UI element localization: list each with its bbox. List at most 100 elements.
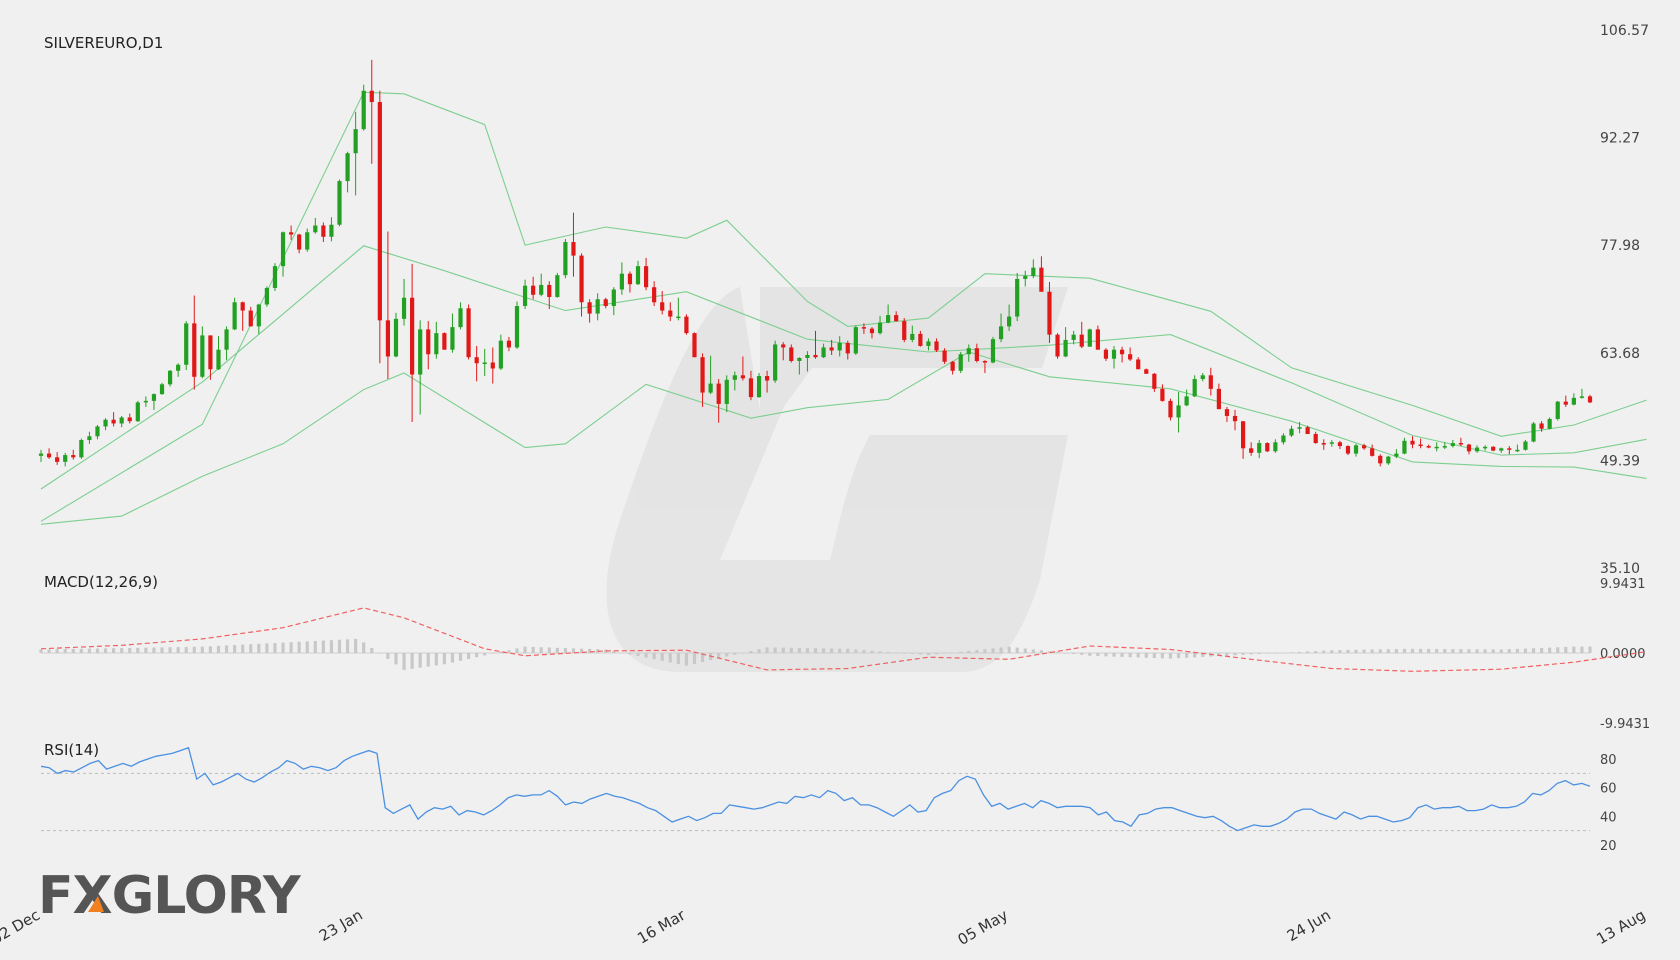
macd-histogram-bar <box>394 653 398 665</box>
macd-histogram-bar <box>918 653 922 655</box>
candle <box>1039 256 1044 292</box>
candle-body <box>434 333 439 355</box>
rsi-y-tick: 40 <box>1600 810 1617 825</box>
macd-histogram-bar <box>55 649 59 653</box>
candle <box>297 233 302 254</box>
macd-histogram-bar <box>878 651 882 653</box>
candle-body <box>797 357 802 361</box>
candle-body <box>522 285 528 307</box>
candle-body <box>167 370 173 385</box>
candle <box>1240 421 1246 459</box>
macd-histogram-bar <box>999 647 1003 653</box>
date-tick-label: 16 Mar <box>634 905 689 947</box>
candle-body <box>861 327 867 329</box>
candle-body <box>619 273 624 290</box>
candle-body <box>1313 434 1318 444</box>
candle <box>1378 454 1383 467</box>
candle-body <box>1353 445 1359 454</box>
price-y-tick: 49.39 <box>1600 453 1640 469</box>
macd-histogram-bar <box>628 653 632 655</box>
candle-body <box>450 327 455 350</box>
macd-histogram-bar <box>491 653 495 654</box>
macd-histogram-bar <box>523 646 527 653</box>
candle <box>611 287 616 316</box>
candle <box>756 373 762 398</box>
candle <box>1031 259 1036 279</box>
candle-body <box>1547 418 1552 429</box>
candle <box>474 345 479 382</box>
candle <box>684 314 689 335</box>
candle-body <box>1232 415 1238 422</box>
candle <box>1023 270 1028 287</box>
macd-histogram-bar <box>112 648 116 653</box>
macd-histogram-bar <box>725 653 729 657</box>
candle-body <box>401 297 407 319</box>
candle <box>1450 440 1455 448</box>
macd-histogram-bar <box>854 649 858 653</box>
macd-histogram-bar <box>200 646 204 653</box>
macd-histogram-bar <box>1539 647 1544 653</box>
candle-body <box>490 362 495 369</box>
candle <box>1216 383 1221 410</box>
candle-body <box>1555 401 1560 419</box>
candle-body <box>1483 446 1488 449</box>
candle <box>1273 439 1278 453</box>
macd-histogram-bar <box>644 653 648 658</box>
macd-histogram-bar <box>120 648 124 653</box>
candle <box>1208 367 1213 396</box>
macd-histogram-bar <box>805 648 810 653</box>
candle-body <box>345 153 350 182</box>
candle <box>1491 446 1496 452</box>
macd-histogram-bar <box>660 653 664 661</box>
candle <box>232 297 237 331</box>
candle <box>55 452 60 465</box>
candle <box>167 370 173 387</box>
macd-histogram-bar <box>1128 653 1132 658</box>
candle-body <box>184 323 189 365</box>
candle-body <box>329 224 334 237</box>
candle-body <box>1168 400 1173 418</box>
candle-body <box>547 284 552 298</box>
macd-histogram-bar <box>1289 652 1294 653</box>
macd-histogram-bar <box>959 651 963 653</box>
macd-histogram-bar <box>1475 649 1479 653</box>
candle-body <box>1531 423 1536 442</box>
candle <box>377 90 382 364</box>
candle-body <box>1289 428 1294 436</box>
candle-body <box>458 308 463 328</box>
candle <box>1507 446 1512 455</box>
candle <box>1144 368 1149 374</box>
candle-body <box>1208 375 1213 389</box>
candle-body <box>1249 448 1254 453</box>
candle <box>522 279 528 310</box>
candle <box>498 334 503 371</box>
macd-histogram-bar <box>967 650 971 653</box>
candle-body <box>732 375 737 380</box>
macd-histogram-bar <box>184 646 188 653</box>
candle-body <box>764 376 770 381</box>
candle-body <box>1136 359 1141 370</box>
macd-histogram-bar <box>1322 650 1326 653</box>
candle <box>95 424 100 440</box>
candle-body <box>111 419 116 424</box>
macd-histogram-bar <box>1015 647 1019 653</box>
macd-histogram-bar <box>1531 648 1536 653</box>
macd-histogram-bar <box>1072 653 1076 654</box>
candle-body <box>966 348 971 355</box>
candle <box>224 326 229 361</box>
candle-body <box>248 310 253 327</box>
candle <box>426 321 431 370</box>
candle <box>119 415 124 428</box>
candle-body <box>1442 446 1447 448</box>
candle <box>1579 388 1585 399</box>
price-y-tick: 92.27 <box>1600 131 1640 147</box>
candle <box>1337 440 1343 450</box>
date-tick-label: 02 Dec <box>0 906 43 948</box>
candle-body <box>708 383 713 393</box>
macd-histogram-bar <box>846 648 850 653</box>
macd-histogram-bar <box>265 643 269 653</box>
macd-histogram-bar <box>1580 646 1584 653</box>
candle <box>1281 433 1286 445</box>
rsi-y-tick: 20 <box>1600 839 1617 854</box>
candle-body <box>418 329 423 375</box>
